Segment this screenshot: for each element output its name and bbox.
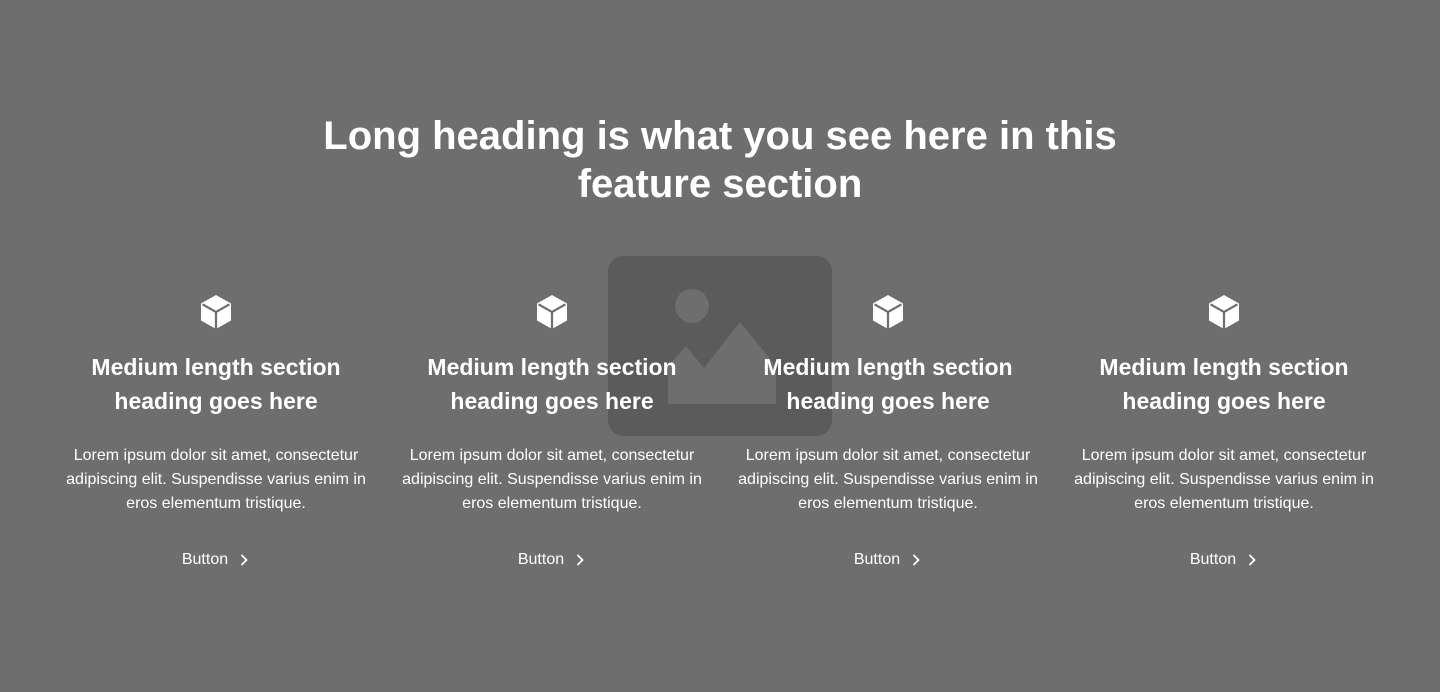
chevron-right-icon <box>1249 554 1256 566</box>
cube-icon <box>1209 295 1239 329</box>
feature-button-label: Button <box>853 551 901 568</box>
feature-description: Lorem ipsum dolor sit amet, consectetur … <box>738 447 1038 512</box>
feature-card: Medium length section heading goes here … <box>400 292 704 572</box>
feature-button[interactable]: Button <box>518 548 586 572</box>
features-row: Medium length section heading goes here … <box>64 292 1376 572</box>
cube-icon <box>537 295 567 329</box>
feature-section: Long heading is what you see here in thi… <box>0 0 1440 692</box>
feature-description: Lorem ipsum dolor sit amet, consectetur … <box>402 447 702 512</box>
feature-description: Lorem ipsum dolor sit amet, consectetur … <box>66 447 366 512</box>
feature-button-label: Button <box>1189 551 1237 568</box>
feature-title: Medium length section heading goes here <box>427 354 677 414</box>
section-heading: Long heading is what you see here in thi… <box>323 114 1117 206</box>
feature-button[interactable]: Button <box>1190 548 1258 572</box>
feature-title: Medium length section heading goes here <box>91 354 341 414</box>
feature-button[interactable]: Button <box>854 548 922 572</box>
feature-title: Medium length section heading goes here <box>763 354 1013 414</box>
chevron-right-icon <box>241 554 248 566</box>
feature-button[interactable]: Button <box>182 548 250 572</box>
feature-description: Lorem ipsum dolor sit amet, consectetur … <box>1074 447 1374 512</box>
feature-card: Medium length section heading goes here … <box>64 292 368 572</box>
feature-title: Medium length section heading goes here <box>1099 354 1349 414</box>
feature-button-label: Button <box>517 551 565 568</box>
feature-button-label: Button <box>181 551 229 568</box>
chevron-right-icon <box>577 554 584 566</box>
cube-icon <box>873 295 903 329</box>
chevron-right-icon <box>913 554 920 566</box>
feature-card: Medium length section heading goes here … <box>1072 292 1376 572</box>
cube-icon <box>201 295 231 329</box>
feature-card: Medium length section heading goes here … <box>736 292 1040 572</box>
